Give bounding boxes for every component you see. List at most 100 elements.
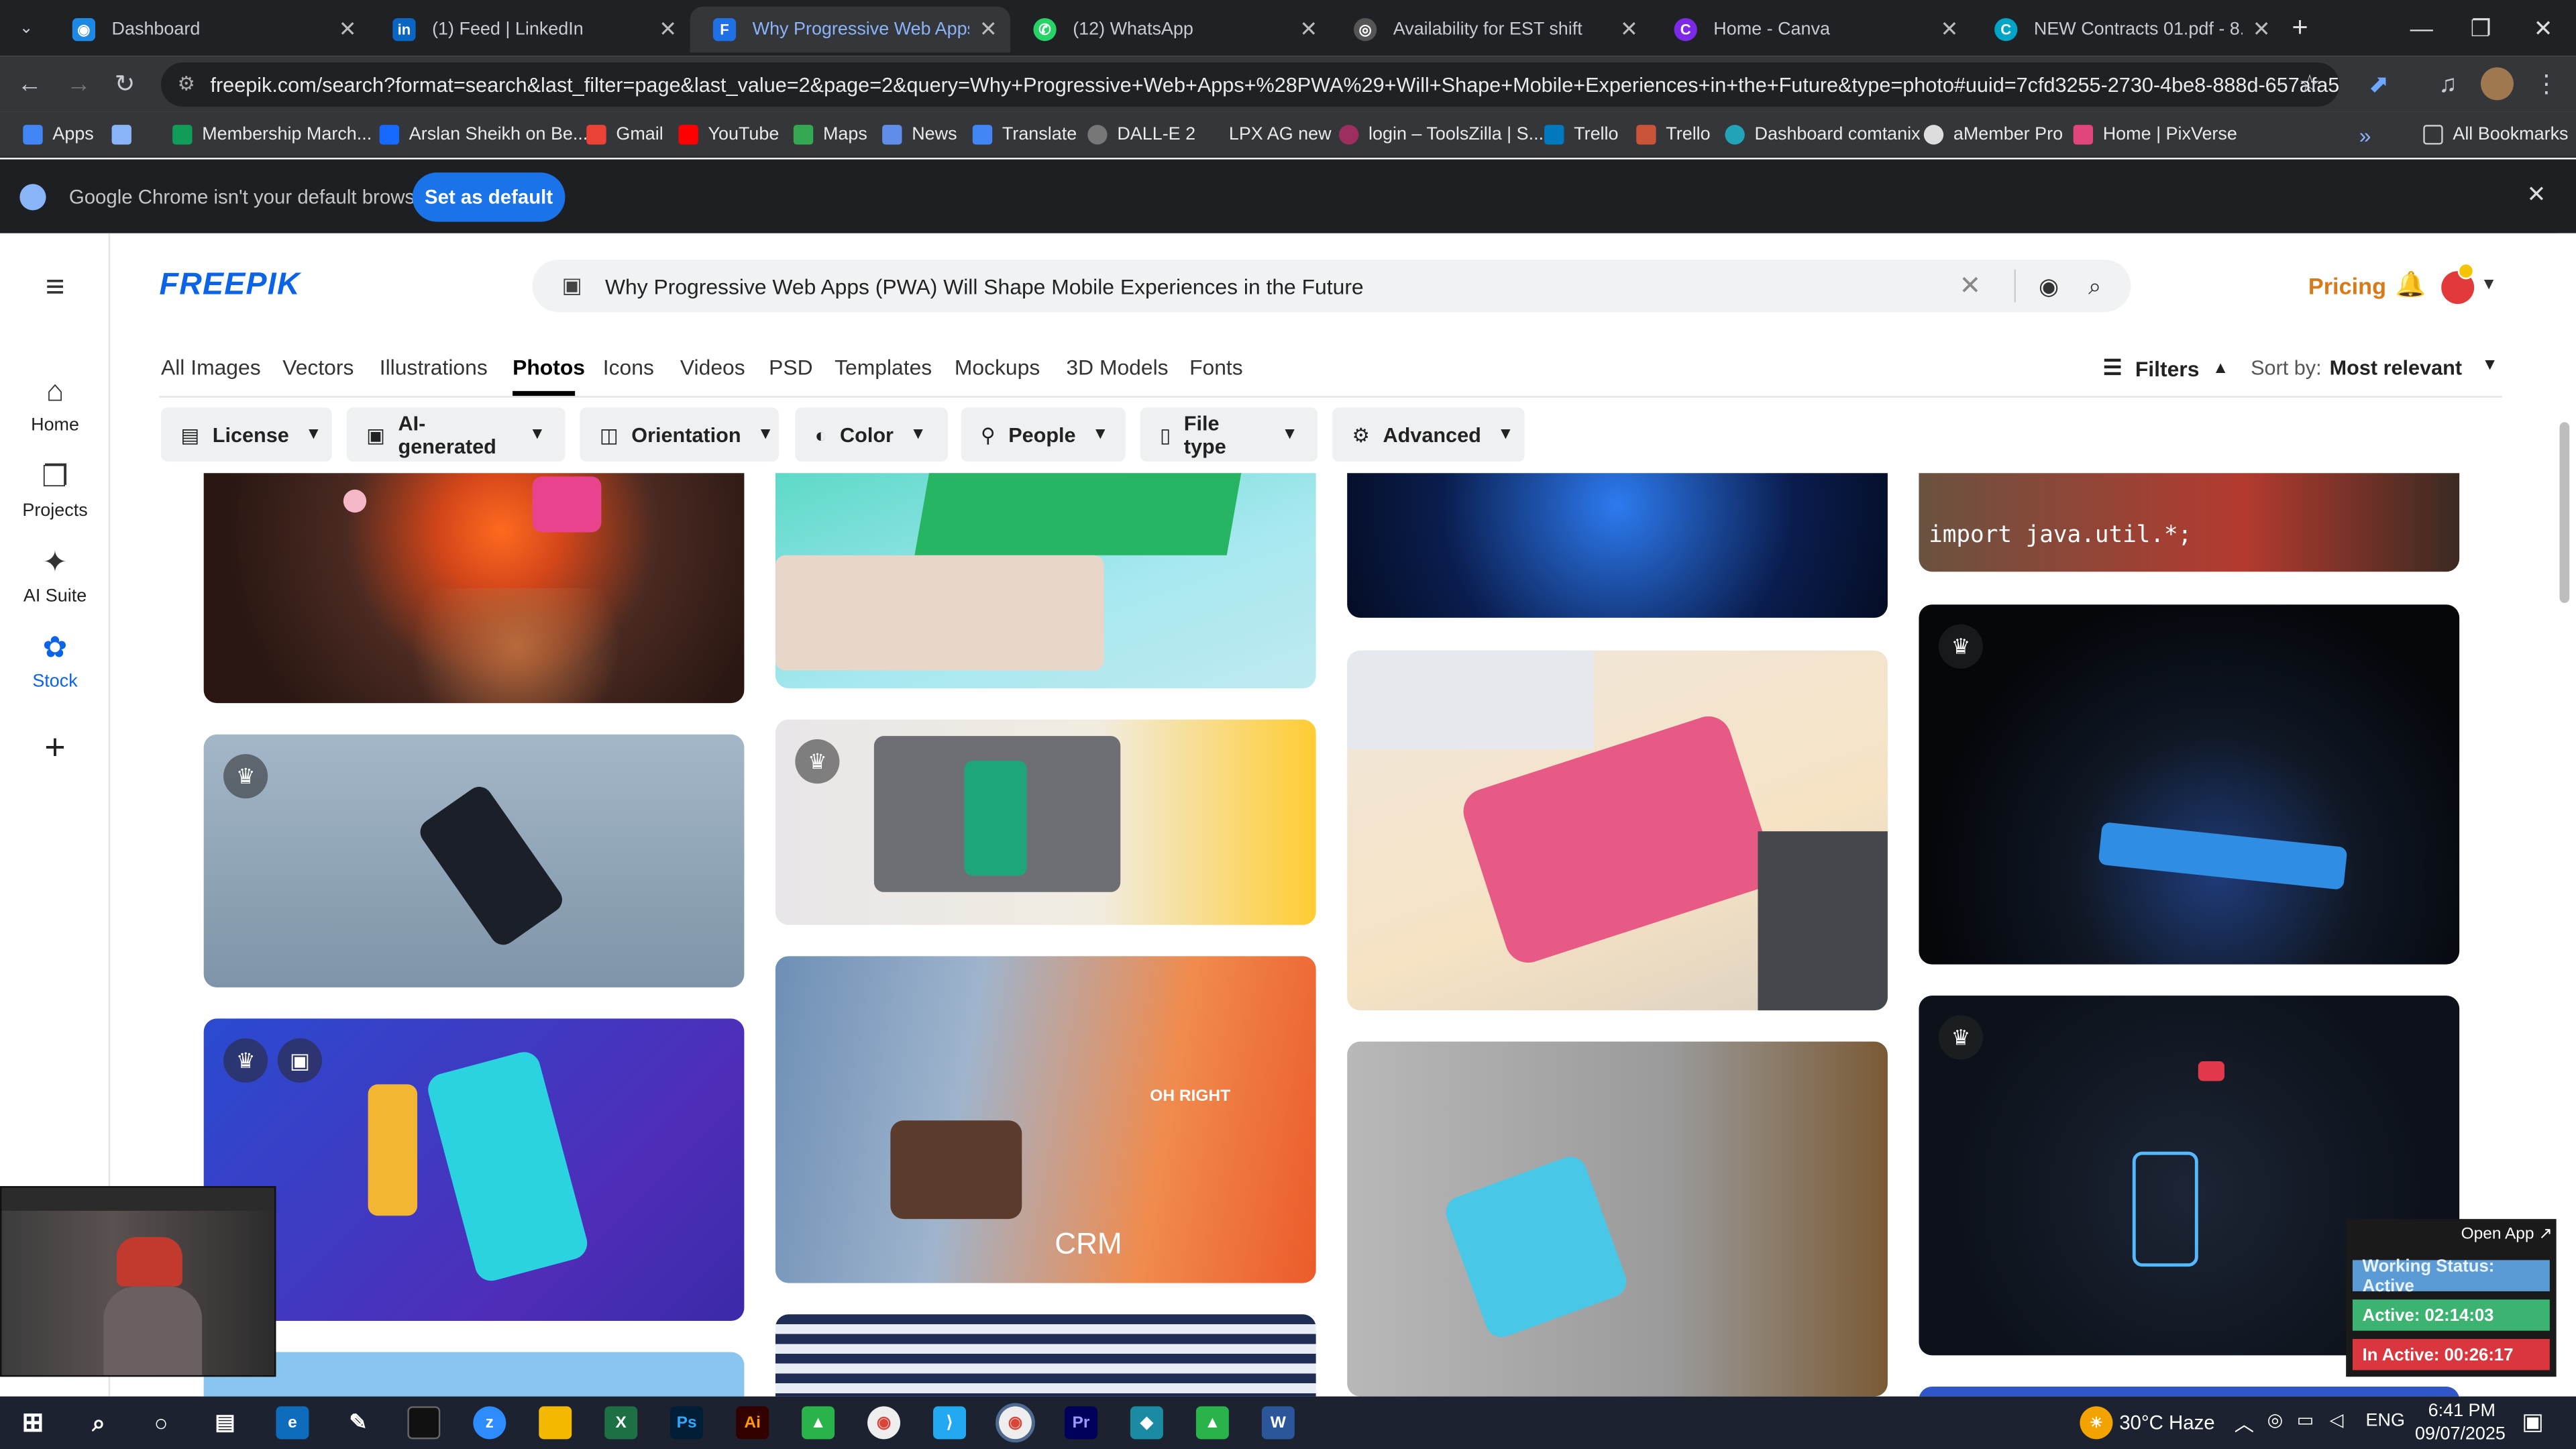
sidebar-item-stock[interactable]: ✿ Stock xyxy=(0,631,110,692)
illustrator-icon[interactable]: Ai xyxy=(736,1406,769,1440)
bookmark-item[interactable]: News xyxy=(882,121,957,148)
bookmark-item[interactable]: YouTube xyxy=(678,121,779,148)
tab-vectors[interactable]: Vectors xyxy=(282,355,354,380)
app-icon[interactable]: ▲ xyxy=(802,1406,835,1440)
photo-pink-phone-desk[interactable] xyxy=(1347,650,1888,1011)
bookmark-star-icon[interactable]: ☆ xyxy=(2294,67,2326,100)
minimize-icon[interactable]: — xyxy=(2392,0,2451,56)
bookmark-item[interactable]: Maps xyxy=(793,121,867,148)
add-icon[interactable]: + xyxy=(0,726,110,769)
bookmark-item[interactable]: Dashboard comtanix xyxy=(1725,121,1921,148)
tab-availability[interactable]: ◎ Availability for EST shift ✕ xyxy=(1331,7,1652,53)
file-explorer-icon[interactable] xyxy=(539,1406,572,1440)
freepik-logo[interactable]: FREEPIK xyxy=(160,268,301,304)
filter-license[interactable]: ▤ License ▼ xyxy=(161,407,332,462)
tab-freepik-active[interactable]: F Why Progressive Web Apps (PW ✕ xyxy=(690,6,1011,53)
cortana-icon[interactable]: ○ xyxy=(145,1406,178,1439)
bookmark-item[interactable]: login – ToolsZilla | S... xyxy=(1338,121,1544,148)
new-tab-icon[interactable]: + xyxy=(2284,11,2316,44)
bookmark-item[interactable]: DALL-E 2 xyxy=(1087,121,1195,148)
close-tab-icon[interactable]: ✕ xyxy=(659,16,677,42)
close-infobar-icon[interactable]: ✕ xyxy=(2527,180,2546,209)
photo-laptop-wireframes[interactable]: ♛ xyxy=(775,719,1316,925)
app-icon[interactable]: ◆ xyxy=(1130,1406,1163,1440)
terminal-icon[interactable] xyxy=(407,1406,441,1440)
bookmark-item[interactable]: LPX AG new xyxy=(1199,121,1332,148)
reload-icon[interactable]: ↻ xyxy=(109,67,142,100)
chrome-active-icon[interactable]: ◉ xyxy=(996,1403,1035,1443)
search-bar[interactable]: ▣ Why Progressive Web Apps (PWA) Will Sh… xyxy=(532,259,2131,313)
more-bookmarks-icon[interactable]: » xyxy=(2359,121,2371,148)
edge-icon[interactable]: e xyxy=(276,1406,309,1440)
meet-now-icon[interactable]: ◎ xyxy=(2267,1409,2284,1431)
tab-3d-models[interactable]: 3D Models xyxy=(1066,355,1168,380)
volume-icon[interactable]: ◁ xyxy=(2330,1409,2344,1431)
filter-ai-generated[interactable]: ▣ AI-generated ▼ xyxy=(346,407,566,462)
photo-partial[interactable] xyxy=(1919,1386,2460,1397)
zoom-icon[interactable]: z xyxy=(473,1406,506,1440)
site-info-icon[interactable]: ⚙ xyxy=(177,72,195,95)
filter-color[interactable]: ◐ Color ▼ xyxy=(795,407,949,462)
photo-hand-phone-social[interactable] xyxy=(203,473,745,704)
pricing-link[interactable]: Pricing xyxy=(2308,273,2386,299)
notifications-icon[interactable]: ▣ xyxy=(2522,1408,2543,1436)
pen-tool-icon[interactable]: ✎ xyxy=(341,1406,374,1439)
filter-advanced[interactable]: ⚙ Advanced ▼ xyxy=(1332,407,1525,462)
camera-search-icon[interactable]: ◉ xyxy=(2039,272,2059,300)
profile-avatar[interactable] xyxy=(2480,67,2514,101)
photo-3d-man-phone[interactable]: ♛ ▣ xyxy=(203,1018,745,1321)
sort-dropdown[interactable]: Most relevant ▼ xyxy=(2330,356,2498,379)
chrome-icon[interactable]: ◉ xyxy=(867,1406,901,1440)
tab-all-images[interactable]: All Images xyxy=(161,355,261,380)
bookmark-item[interactable]: Translate xyxy=(972,121,1077,148)
tab-linkedin[interactable]: in (1) Feed | LinkedIn ✕ xyxy=(370,7,690,53)
language-indicator[interactable]: ENG xyxy=(2366,1411,2405,1431)
task-view-icon[interactable]: ▤ xyxy=(209,1406,241,1439)
filter-orientation[interactable]: ◫ Orientation ▼ xyxy=(580,407,779,462)
extensions-icon[interactable]: ⬈ xyxy=(2363,67,2396,100)
bookmark-item[interactable]: Arslan Sheikh on Be... xyxy=(379,121,588,148)
close-window-icon[interactable]: ✕ xyxy=(2514,0,2573,56)
apps-grid-icon[interactable] xyxy=(111,121,142,148)
page-scrollbar[interactable] xyxy=(2556,233,2576,1397)
sidebar-item-ai-suite[interactable]: ✦ AI Suite xyxy=(0,545,110,606)
tab-mockups[interactable]: Mockups xyxy=(955,355,1040,380)
photo-phone-floating-apps[interactable] xyxy=(1347,1041,1888,1397)
tab-illustrations[interactable]: Illustrations xyxy=(380,355,488,380)
premiere-icon[interactable]: Pr xyxy=(1064,1406,1097,1440)
set-as-default-button[interactable]: Set as default xyxy=(412,172,566,222)
search-icon[interactable]: ⌕ xyxy=(2088,272,2101,300)
more-options-icon[interactable]: ⋮ xyxy=(2530,67,2563,100)
close-tab-icon[interactable]: ✕ xyxy=(1299,16,1318,42)
forward-icon[interactable]: → xyxy=(62,67,95,100)
address-bar[interactable]: ⚙ freepik.com/search?format=search&last_… xyxy=(161,62,2340,107)
chevron-down-icon[interactable]: ▼ xyxy=(2481,276,2497,294)
bookmark-item[interactable]: Gmail xyxy=(586,121,663,148)
close-tab-icon[interactable]: ✕ xyxy=(979,16,998,42)
word-icon[interactable]: W xyxy=(1261,1406,1295,1440)
photo-code-office[interactable]: import java.util.*; xyxy=(1919,473,2460,572)
tab-psd[interactable]: PSD xyxy=(769,355,812,380)
search-icon[interactable]: ⌕ xyxy=(82,1406,115,1439)
tray-chevron-icon[interactable]: ︿ xyxy=(2235,1409,2254,1438)
bookmark-item[interactable]: Trello xyxy=(1636,121,1711,148)
tab-whatsapp[interactable]: ✆ (12) WhatsApp ✕ xyxy=(1010,7,1331,53)
tab-search-icon[interactable]: ⌄ xyxy=(10,11,43,44)
scrollbar-thumb[interactable] xyxy=(2559,422,2570,603)
filter-file-type[interactable]: ▯ File type ▼ xyxy=(1140,407,1318,462)
bookmark-apps[interactable]: Apps xyxy=(23,121,94,148)
photo-hands-phone-gray[interactable]: ♛ xyxy=(203,734,745,987)
photo-blue-phone-tech[interactable] xyxy=(1347,473,1888,618)
back-icon[interactable]: ← xyxy=(13,67,46,100)
tab-fonts[interactable]: Fonts xyxy=(1189,355,1243,380)
excel-icon[interactable]: X xyxy=(604,1406,638,1440)
clock-date[interactable]: 09/07/2025 xyxy=(2415,1424,2506,1444)
bookmark-item[interactable]: aMember Pro xyxy=(1923,121,2063,148)
bookmark-item[interactable]: Trello xyxy=(1544,121,1619,148)
image-type-icon[interactable]: ▣ xyxy=(562,273,582,299)
media-control-icon[interactable]: ♫ xyxy=(2432,67,2465,100)
photo-crm-phone[interactable]: OH RIGHT CRM xyxy=(775,956,1316,1283)
close-tab-icon[interactable]: ✕ xyxy=(339,16,357,42)
bookmark-item[interactable]: Membership March... xyxy=(172,121,372,148)
vscode-icon[interactable]: ⟩ xyxy=(933,1406,967,1440)
